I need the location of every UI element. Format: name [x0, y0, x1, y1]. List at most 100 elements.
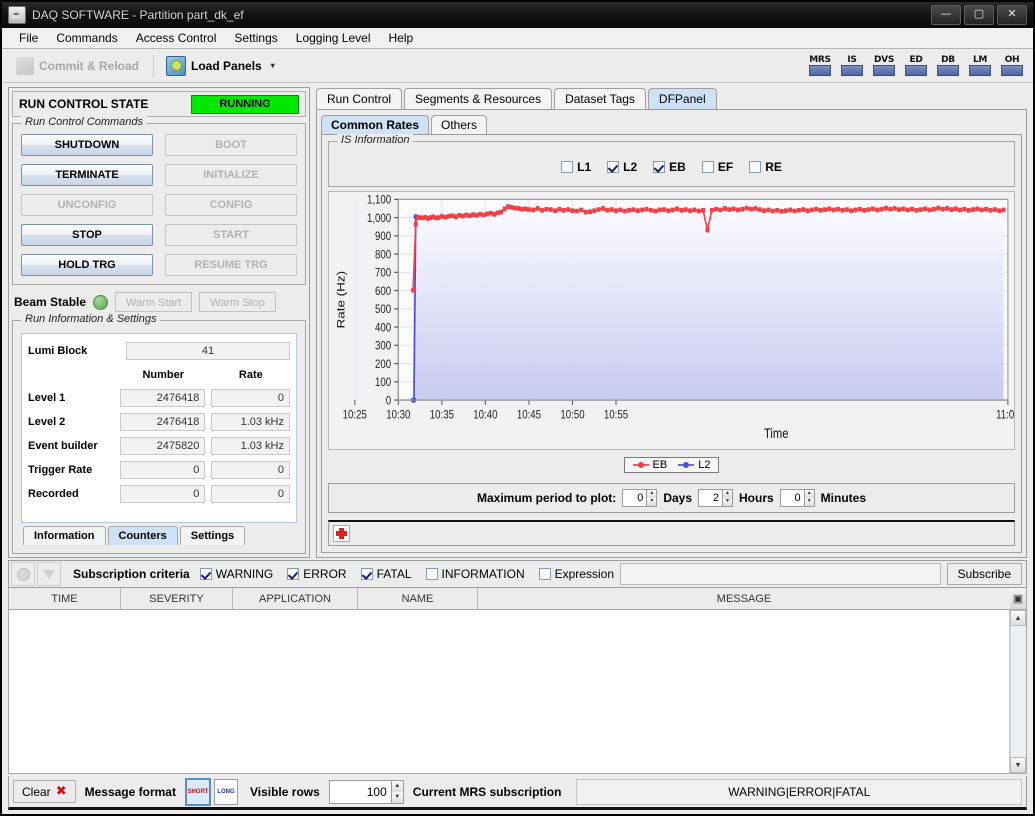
visible-rows-value[interactable]: 100 — [328, 779, 391, 804]
hours-down-arrow-icon[interactable]: ▼ — [723, 498, 732, 506]
dvs-icon[interactable]: DVS — [869, 52, 899, 80]
column-header-message[interactable]: MESSAGE — [478, 588, 1010, 609]
checkbox-error[interactable]: ERROR — [287, 567, 347, 581]
scrollbar-track[interactable] — [1010, 626, 1026, 757]
shutdown-button[interactable]: SHUTDOWN — [21, 134, 153, 156]
days-stepper[interactable]: 0 ▲ ▼ — [622, 489, 658, 507]
visible-rows-stepper[interactable]: 100 ▲ ▼ — [328, 779, 404, 804]
hold-trg-button[interactable]: HOLD TRG — [21, 254, 153, 276]
checkbox-information-box[interactable] — [425, 568, 438, 580]
oh-icon[interactable]: OH — [997, 52, 1027, 80]
checkbox-eb[interactable]: EB — [653, 160, 686, 174]
hours-value[interactable]: 2 — [698, 489, 722, 507]
lm-icon[interactable]: LM — [965, 52, 995, 80]
checkbox-fatal-box[interactable] — [360, 568, 373, 580]
format-long-button[interactable]: LONG — [213, 778, 238, 805]
table-options-icon[interactable]: ▣ — [1010, 588, 1026, 609]
tab-counters[interactable]: Counters — [107, 526, 178, 545]
rate-chart[interactable]: 0 100 200 300 400 500 600 700 800 900 1,000 1,100 10… — [328, 191, 1015, 450]
clear-button[interactable]: Clear ✖ — [13, 780, 76, 803]
days-value[interactable]: 0 — [622, 489, 647, 507]
column-header-application[interactable]: APPLICATION — [233, 588, 358, 609]
help-cross-icon[interactable] — [333, 525, 350, 542]
hours-stepper[interactable]: 2 ▲ ▼ — [698, 489, 733, 507]
minutes-stepper[interactable]: 0 ▲ ▼ — [779, 489, 815, 507]
checkbox-expression[interactable]: Expression — [538, 567, 614, 581]
minutes-up-arrow-icon[interactable]: ▲ — [804, 490, 814, 498]
minutes-down-arrow-icon[interactable]: ▼ — [804, 498, 814, 506]
tab-dfpanel[interactable]: DFPanel — [647, 88, 717, 109]
menu-access-control[interactable]: Access Control — [127, 29, 226, 47]
tab-settings[interactable]: Settings — [179, 526, 246, 545]
expression-input[interactable] — [620, 563, 941, 585]
commit-reload-button[interactable]: Commit & Reload — [8, 54, 147, 78]
checkbox-warning-box[interactable] — [199, 568, 212, 580]
menu-logging-level[interactable]: Logging Level — [287, 29, 380, 47]
checkbox-l2-box[interactable] — [607, 161, 620, 173]
mrs-icon[interactable]: MRS — [805, 52, 835, 80]
checkbox-information[interactable]: INFORMATION — [425, 567, 525, 581]
menu-help[interactable]: Help — [380, 29, 423, 47]
days-up-arrow-icon[interactable]: ▲ — [647, 490, 657, 498]
row-label-recorded: Recorded — [28, 488, 79, 500]
application-window: ☕ DAQ SOFTWARE - Partition part_dk_ef — … — [0, 0, 1035, 816]
hours-up-arrow-icon[interactable]: ▲ — [723, 490, 732, 498]
checkbox-ef-box[interactable] — [701, 161, 714, 173]
is-icon[interactable]: IS — [837, 52, 867, 80]
load-panels-button[interactable]: Load Panels ▾ — [158, 53, 283, 79]
terminate-button[interactable]: TERMINATE — [21, 164, 153, 186]
checkbox-re[interactable]: RE — [749, 160, 782, 174]
stop-button[interactable]: STOP — [21, 224, 153, 246]
message-rows-container[interactable] — [9, 610, 1009, 773]
checkbox-l2[interactable]: L2 — [607, 160, 637, 174]
checkbox-l1-box[interactable] — [561, 161, 574, 173]
rows-up-arrow-icon[interactable]: ▲ — [391, 780, 403, 792]
checkbox-l1[interactable]: L1 — [561, 160, 591, 174]
checkbox-re-box[interactable] — [749, 161, 762, 173]
tab-information[interactable]: Information — [23, 526, 106, 545]
tab-common-rates[interactable]: Common Rates — [321, 115, 430, 134]
tab-run-control[interactable]: Run Control — [316, 88, 403, 109]
checkbox-error-box[interactable] — [287, 568, 300, 580]
subscribe-button[interactable]: Subscribe — [946, 563, 1022, 585]
days-down-arrow-icon[interactable]: ▼ — [647, 498, 657, 506]
menu-commands[interactable]: Commands — [47, 29, 126, 47]
run-information-group: Run Information & Settings Lumi Block 41… — [12, 313, 306, 554]
chevron-down-icon[interactable]: ▾ — [271, 61, 275, 70]
scroll-down-arrow-icon[interactable]: ▼ — [1010, 757, 1026, 773]
trigger-rate-number: 0 — [120, 461, 206, 479]
close-button[interactable]: ✕ — [997, 5, 1027, 25]
tab-dataset-tags[interactable]: Dataset Tags — [554, 88, 646, 109]
db-icon[interactable]: DB — [933, 52, 963, 80]
column-header-name[interactable]: NAME — [358, 588, 478, 609]
legend-item-eb[interactable]: EB — [632, 459, 667, 471]
warm-stop-button: Warm Stop — [199, 292, 276, 312]
checkbox-expression-box[interactable] — [538, 568, 551, 580]
ed-icon[interactable]: ED — [901, 52, 931, 80]
column-header-severity[interactable]: SEVERITY — [121, 588, 233, 609]
checkbox-ef[interactable]: EF — [701, 160, 733, 174]
checkbox-fatal[interactable]: FATAL — [360, 567, 412, 581]
menu-file[interactable]: File — [10, 29, 47, 47]
legend-marker-l2 — [678, 462, 695, 468]
rate-chart-svg[interactable]: 0 100 200 300 400 500 600 700 800 900 1,000 1,100 10… — [329, 192, 1014, 449]
tab-segments-resources[interactable]: Segments & Resources — [404, 88, 553, 109]
minimize-button[interactable]: — — [931, 5, 961, 25]
legend-marker-eb — [632, 462, 649, 468]
rows-down-arrow-icon[interactable]: ▼ — [391, 791, 403, 803]
checkbox-warning[interactable]: WARNING — [199, 567, 273, 581]
format-short-label: SHORT — [187, 788, 209, 795]
scroll-up-arrow-icon[interactable]: ▲ — [1010, 610, 1026, 626]
format-long-label: LONG — [217, 788, 235, 795]
tab-others[interactable]: Others — [431, 115, 488, 134]
checkbox-eb-box[interactable] — [653, 161, 666, 173]
format-short-button[interactable]: SHORT — [184, 777, 211, 806]
maximize-button[interactable]: ▢ — [964, 5, 994, 25]
svg-text:10:50: 10:50 — [560, 409, 584, 422]
message-table-scrollbar[interactable]: ▲ ▼ — [1009, 610, 1026, 773]
legend-item-l2[interactable]: L2 — [678, 459, 710, 471]
column-header-time[interactable]: TIME — [9, 588, 121, 609]
minutes-value[interactable]: 0 — [779, 489, 804, 507]
menu-settings[interactable]: Settings — [225, 29, 286, 47]
level1-number: 2476418 — [120, 389, 206, 407]
